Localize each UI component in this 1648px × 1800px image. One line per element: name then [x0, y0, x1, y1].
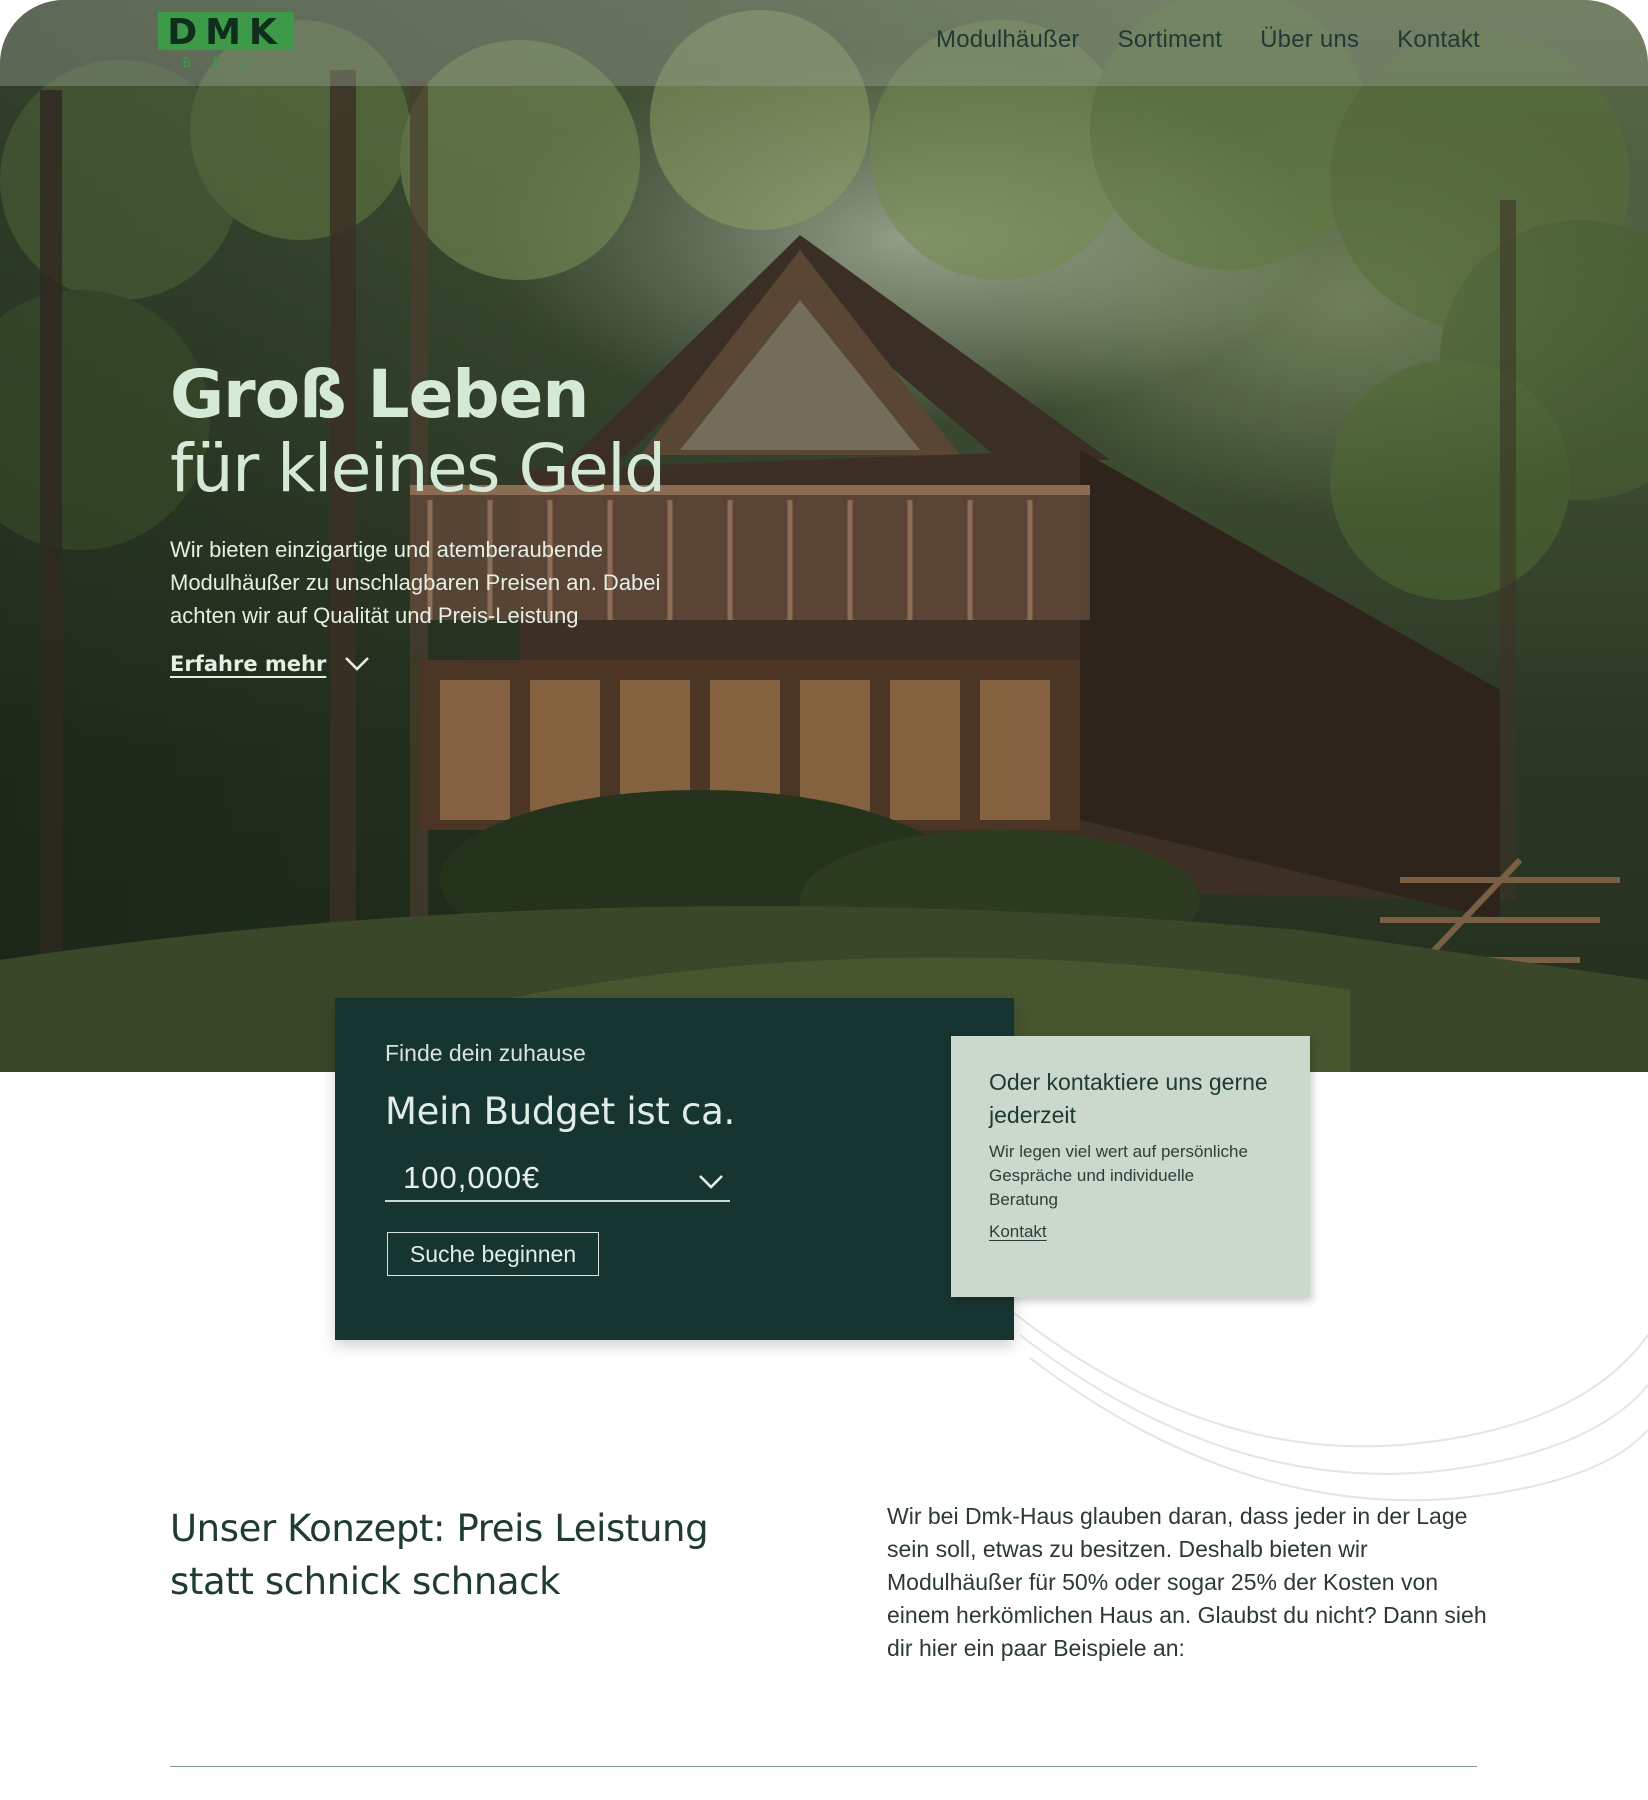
budget-finder-card: Finde dein zuhause Mein Budget ist ca. 1…	[335, 998, 1014, 1340]
hero-subtitle: Wir bieten einzigartige und atemberauben…	[170, 537, 661, 629]
budget-select[interactable]: 100,000€	[385, 1160, 730, 1202]
dmk-logo[interactable]: DMK BAU	[156, 10, 296, 70]
svg-text:BAU: BAU	[182, 56, 269, 70]
contact-link[interactable]: Kontakt	[989, 1222, 1047, 1242]
hero-title-line2: für kleines Geld	[170, 430, 666, 508]
budget-title: Mein Budget ist ca.	[385, 1090, 735, 1133]
hero-text-block: Groß Leben für kleines Geld Wir bieten e…	[170, 360, 750, 676]
concept-title: Unser Konzept: Preis Leistung statt schn…	[170, 1507, 709, 1603]
chevron-down-icon	[345, 657, 370, 672]
nav-sortiment[interactable]: Sortiment	[1118, 26, 1223, 54]
nav-ueber-uns[interactable]: Über uns	[1260, 26, 1359, 54]
budget-selected-value: 100,000€	[403, 1160, 541, 1195]
section-divider	[170, 1766, 1477, 1767]
hero-section: DMK BAU Modulhäußer Sortiment Über uns K…	[0, 0, 1648, 1072]
navbar: DMK BAU Modulhäußer Sortiment Über uns K…	[0, 0, 1648, 86]
concept-text: Wir bei Dmk-Haus glauben daran, dass jed…	[887, 1503, 1487, 1661]
contact-card: Oder kontaktiere uns gerne jederzeit Wir…	[951, 1036, 1310, 1297]
learn-more-link[interactable]: Erfahre mehr	[170, 652, 370, 676]
page: DMK BAU Modulhäußer Sortiment Über uns K…	[0, 0, 1648, 1800]
main-navigation: Modulhäußer Sortiment Über uns Kontakt	[936, 26, 1480, 54]
hero-title-line1: Groß Leben	[170, 356, 589, 433]
nav-modulhaeusser[interactable]: Modulhäußer	[936, 26, 1080, 54]
svg-text:DMK: DMK	[167, 12, 285, 53]
budget-kicker: Finde dein zuhause	[385, 1040, 586, 1066]
contact-card-title: Oder kontaktiere uns gerne jederzeit	[989, 1069, 1268, 1128]
contact-card-text: Wir legen viel wert auf persönliche Gesp…	[989, 1142, 1248, 1209]
chevron-down-icon	[699, 1175, 723, 1189]
learn-more-label: Erfahre mehr	[170, 652, 327, 677]
start-search-button[interactable]: Suche beginnen	[387, 1232, 599, 1276]
nav-kontakt[interactable]: Kontakt	[1397, 26, 1480, 54]
